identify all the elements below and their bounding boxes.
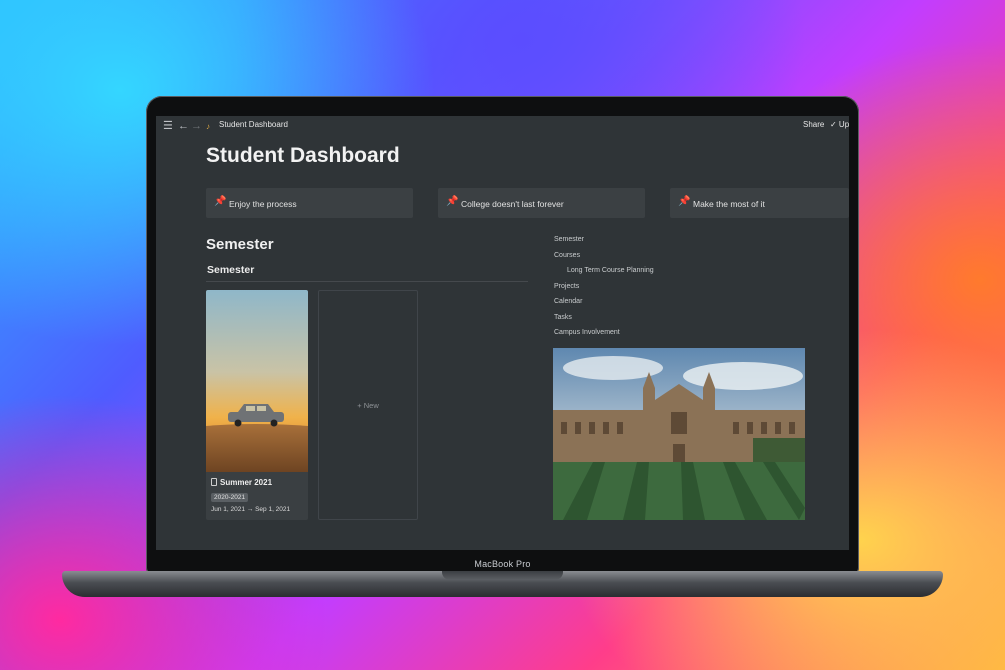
update-button[interactable]: ✓ Up (830, 120, 849, 129)
view-title[interactable]: Semester (207, 264, 254, 276)
callout-text: Enjoy the process (229, 199, 297, 209)
callout: 📌 Enjoy the process (206, 188, 413, 218)
toc-item[interactable]: Semester (554, 236, 584, 243)
callout-text: Make the most of it (693, 199, 765, 209)
topbar: ☰ ← → ♪ Student Dashboard Share ✓ Up (156, 116, 849, 136)
pushpin-icon: 📌 (678, 196, 691, 207)
page-title: Student Dashboard (206, 144, 400, 167)
card-title: Summer 2021 (211, 478, 272, 487)
app-window: ☰ ← → ♪ Student Dashboard Share ✓ Up Stu… (156, 116, 849, 550)
divider (206, 281, 528, 282)
breadcrumb-title[interactable]: Student Dashboard (219, 120, 288, 129)
share-button[interactable]: Share (803, 120, 824, 129)
toc-item[interactable]: Campus Involvement (554, 329, 620, 336)
document-icon (211, 478, 217, 486)
section-heading: Semester (206, 236, 274, 253)
card-cover-image (206, 290, 308, 472)
callout: 📌 College doesn't last forever (438, 188, 645, 218)
new-card-button[interactable]: + New (318, 290, 418, 520)
toc-item[interactable]: Tasks (554, 314, 572, 321)
toc-item[interactable]: Courses (554, 252, 580, 259)
new-label: + New (357, 401, 379, 410)
arrow-left-icon[interactable]: ← (178, 119, 189, 133)
toc-item[interactable]: Projects (554, 283, 579, 290)
callout-text: College doesn't last forever (461, 199, 564, 209)
callout: 📌 Make the most of it (670, 188, 849, 218)
device-model-label: MacBook Pro (474, 559, 531, 569)
gallery-card[interactable]: Summer 2021 2020-2021 Jun 1, 2021 → Sep … (206, 290, 308, 520)
pushpin-icon: 📌 (214, 196, 227, 207)
menu-icon[interactable]: ☰ (163, 119, 173, 133)
toc-item[interactable]: Calendar (554, 298, 582, 305)
page-icon: ♪ (206, 122, 210, 131)
laptop-notch (442, 571, 563, 580)
pushpin-icon: 📌 (446, 196, 459, 207)
arrow-right-icon[interactable]: → (191, 119, 202, 133)
card-tag: 2020-2021 (211, 493, 249, 502)
card-date-range: Jun 1, 2021 → Sep 1, 2021 (211, 506, 291, 513)
toc-item[interactable]: Long Term Course Planning (567, 267, 654, 274)
campus-photo (553, 348, 805, 520)
